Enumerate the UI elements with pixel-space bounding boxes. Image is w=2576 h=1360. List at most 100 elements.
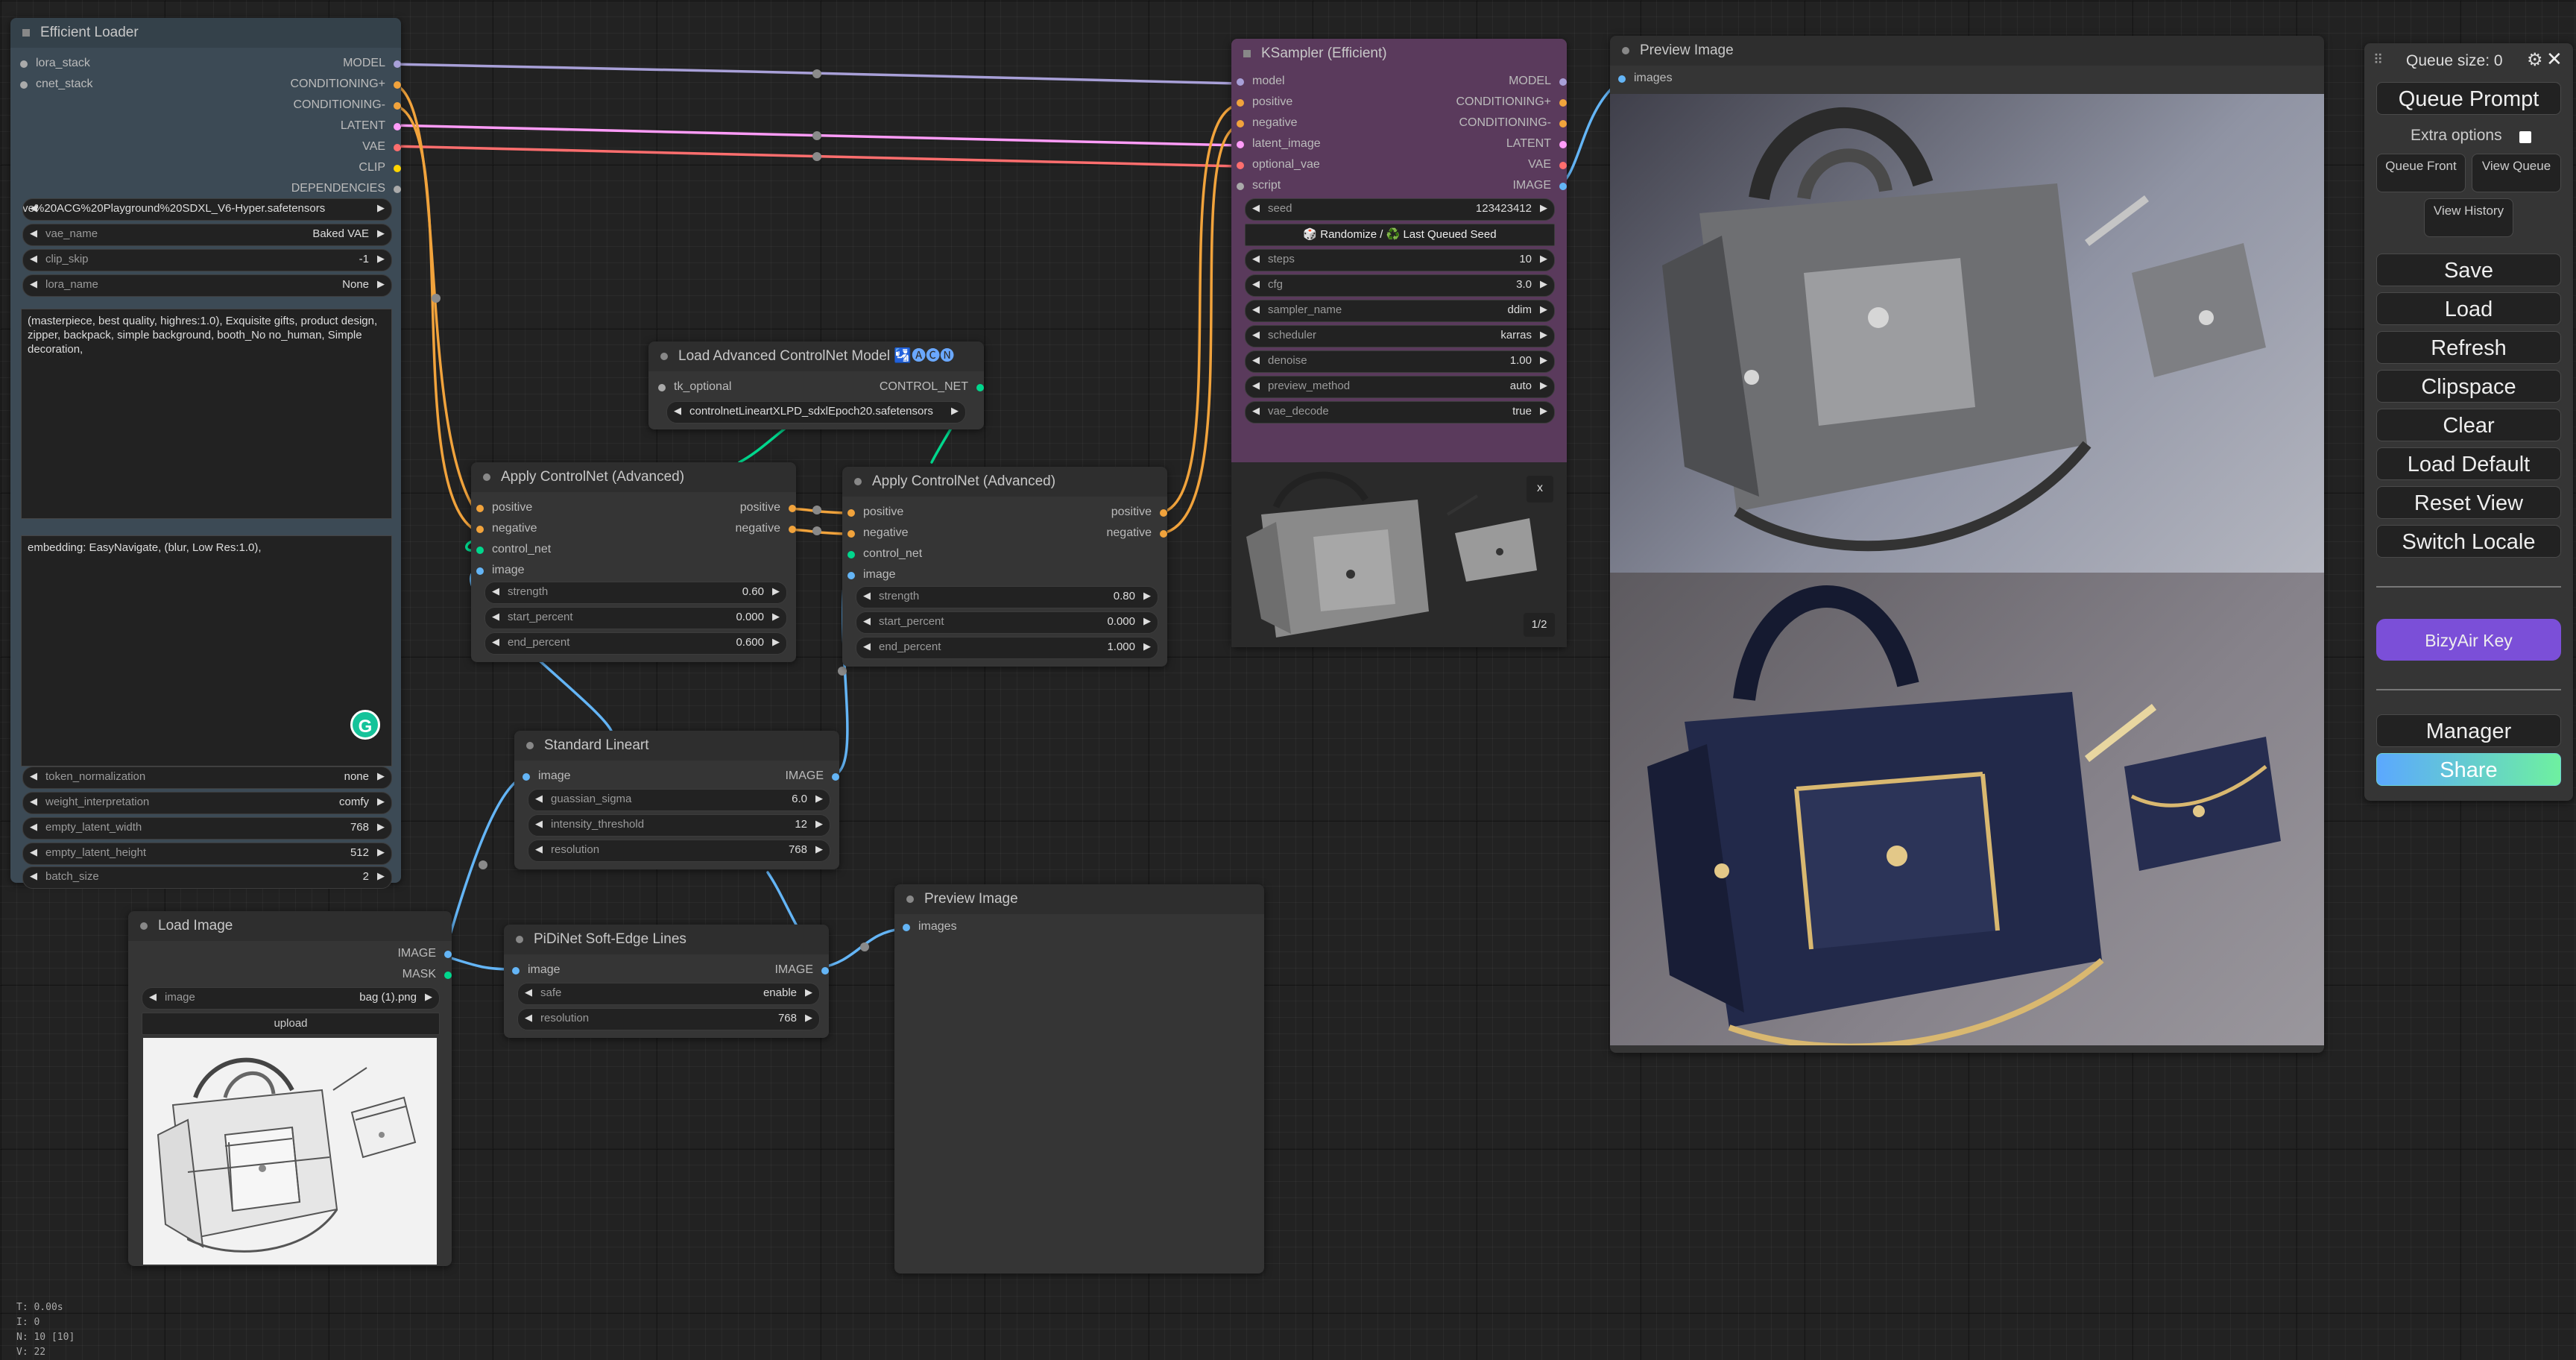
increment-arrow-icon[interactable]: ▶: [1540, 380, 1547, 391]
standard-lineart-node[interactable]: Standard Lineart image IMAGE ◀ guassian_s…: [514, 731, 839, 869]
save-button[interactable]: Save: [2376, 254, 2561, 286]
seed-widget[interactable]: ◀ seed 123423412 ▶: [1245, 198, 1555, 221]
preview-image-node-2[interactable]: Preview Image images: [894, 884, 1264, 1274]
input-negative[interactable]: negative: [1234, 116, 1298, 130]
cfg-widget[interactable]: ◀ cfg 3.0 ▶: [1245, 274, 1555, 297]
safe-widget[interactable]: ◀ safe enable ▶: [517, 983, 820, 1005]
upload-button[interactable]: upload: [142, 1013, 440, 1035]
decrement-arrow-icon[interactable]: ◀: [149, 991, 157, 1003]
increment-arrow-icon[interactable]: ▶: [377, 278, 385, 290]
scheduler-widget[interactable]: ◀ scheduler karras ▶: [1245, 325, 1555, 347]
share-button[interactable]: Share: [2376, 753, 2561, 786]
end-percent-widget[interactable]: ◀ end_percent 1.000 ▶: [856, 637, 1158, 659]
preview-image-2-title[interactable]: Preview Image: [894, 884, 1264, 914]
denoise-widget[interactable]: ◀ denoise 1.00 ▶: [1245, 350, 1555, 373]
clipspace-button[interactable]: Clipspace: [2376, 370, 2561, 403]
output-image[interactable]: IMAGE: [785, 769, 842, 783]
settings-gear-icon[interactable]: ⚙: [2527, 49, 2543, 71]
controlnet-loader-title[interactable]: Load Advanced ControlNet Model 🛂🅐🅒🅝: [648, 341, 984, 371]
load-image-title[interactable]: Load Image: [128, 911, 452, 941]
randomize-seed-button[interactable]: 🎲 Randomize / ♻️ Last Queued Seed: [1245, 224, 1555, 246]
input-image[interactable]: image: [520, 769, 571, 783]
increment-arrow-icon[interactable]: ▶: [1540, 405, 1547, 417]
input-model[interactable]: model: [1234, 75, 1285, 88]
output-mask[interactable]: MASK: [402, 968, 454, 981]
increment-arrow-icon[interactable]: ▶: [815, 818, 823, 830]
vae-decode-widget[interactable]: ◀ vae_decode true ▶: [1245, 401, 1555, 424]
refresh-button[interactable]: Refresh: [2376, 331, 2561, 364]
decrement-arrow-icon[interactable]: ◀: [492, 636, 499, 648]
increment-arrow-icon[interactable]: ▶: [1540, 354, 1547, 366]
increment-arrow-icon[interactable]: ▶: [1540, 253, 1547, 265]
increment-arrow-icon[interactable]: ▶: [1540, 303, 1547, 315]
decrement-arrow-icon[interactable]: ◀: [30, 770, 37, 782]
output-conditioning-neg[interactable]: CONDITIONING-: [1459, 116, 1569, 130]
queue-prompt-button[interactable]: Queue Prompt: [2376, 82, 2561, 115]
output-image[interactable]: IMAGE: [774, 963, 831, 977]
empty-latent-width-widget[interactable]: ◀ empty_latent_width 768 ▶: [22, 817, 392, 840]
increment-arrow-icon[interactable]: ▶: [805, 986, 812, 998]
start-percent-widget[interactable]: ◀ start_percent 0.000 ▶: [484, 607, 787, 629]
decrement-arrow-icon[interactable]: ◀: [30, 278, 37, 290]
positive-prompt-textarea[interactable]: (masterpiece, best quality, highres:1.0)…: [21, 309, 392, 519]
output-latent[interactable]: LATENT: [1506, 137, 1569, 151]
input-positive[interactable]: positive: [845, 506, 903, 519]
decrement-arrow-icon[interactable]: ◀: [30, 870, 37, 882]
decrement-arrow-icon[interactable]: ◀: [1252, 278, 1260, 290]
ckpt-name-widget[interactable]: ◀ usive%20ACG%20Playground%20SDXL_V6-Hyp…: [22, 198, 392, 221]
increment-arrow-icon[interactable]: ▶: [425, 991, 432, 1003]
preview-image-1-title[interactable]: Preview Image: [1610, 36, 2324, 66]
decrement-arrow-icon[interactable]: ◀: [1252, 329, 1260, 341]
output-model[interactable]: MODEL: [343, 57, 403, 70]
increment-arrow-icon[interactable]: ▶: [815, 843, 823, 855]
output-vae[interactable]: VAE: [362, 140, 403, 154]
load-image-node[interactable]: Load Image IMAGE MASK ◀ image bag (1).png ▶…: [128, 911, 452, 1266]
increment-arrow-icon[interactable]: ▶: [805, 1012, 812, 1024]
decrement-arrow-icon[interactable]: ◀: [30, 846, 37, 858]
increment-arrow-icon[interactable]: ▶: [1540, 202, 1547, 214]
output-clip[interactable]: CLIP: [359, 161, 403, 174]
decrement-arrow-icon[interactable]: ◀: [863, 590, 871, 602]
preview-close-button[interactable]: x: [1527, 476, 1553, 503]
input-image[interactable]: image: [845, 568, 896, 582]
increment-arrow-icon[interactable]: ▶: [772, 585, 780, 597]
increment-arrow-icon[interactable]: ▶: [377, 846, 385, 858]
increment-arrow-icon[interactable]: ▶: [772, 611, 780, 623]
lora-name-widget[interactable]: ◀ lora_name None ▶: [22, 274, 392, 297]
increment-arrow-icon[interactable]: ▶: [377, 770, 385, 782]
steps-widget[interactable]: ◀ steps 10 ▶: [1245, 249, 1555, 271]
negative-prompt-textarea[interactable]: embedding: EasyNavigate, (blur, Low Res:…: [21, 535, 392, 766]
increment-arrow-icon[interactable]: ▶: [377, 202, 385, 214]
strength-widget[interactable]: ◀ strength 0.80 ▶: [856, 586, 1158, 608]
vae-name-widget[interactable]: ◀ vae_name Baked VAE ▶: [22, 224, 392, 246]
ksampler-node[interactable]: KSampler (Efficient) model positive nega…: [1231, 39, 1567, 647]
input-image[interactable]: image: [510, 963, 561, 977]
output-dependencies[interactable]: DEPENDENCIES: [291, 182, 403, 195]
bizyair-key-button[interactable]: BizyAir Key: [2376, 619, 2561, 661]
decrement-arrow-icon[interactable]: ◀: [535, 818, 543, 830]
input-script[interactable]: script: [1234, 179, 1281, 192]
ksampler-preview[interactable]: x 1/2: [1231, 462, 1567, 647]
reset-view-button[interactable]: Reset View: [2376, 486, 2561, 519]
resolution-widget[interactable]: ◀ resolution 768 ▶: [528, 840, 830, 862]
queue-front-button[interactable]: Queue Front: [2376, 154, 2466, 192]
controlnet-loader-node[interactable]: Load Advanced ControlNet Model 🛂🅐🅒🅝 tk_o…: [648, 341, 984, 429]
standard-lineart-title[interactable]: Standard Lineart: [514, 731, 839, 761]
increment-arrow-icon[interactable]: ▶: [815, 793, 823, 805]
input-cnet-stack[interactable]: cnet_stack: [18, 78, 92, 91]
output-image[interactable]: IMAGE: [1512, 179, 1569, 192]
decrement-arrow-icon[interactable]: ◀: [525, 1012, 532, 1024]
guassian-sigma-widget[interactable]: ◀ guassian_sigma 6.0 ▶: [528, 789, 830, 811]
image-select-widget[interactable]: ◀ image bag (1).png ▶: [142, 987, 440, 1010]
increment-arrow-icon[interactable]: ▶: [377, 821, 385, 833]
empty-latent-height-widget[interactable]: ◀ empty_latent_height 512 ▶: [22, 843, 392, 865]
decrement-arrow-icon[interactable]: ◀: [1252, 405, 1260, 417]
increment-arrow-icon[interactable]: ▶: [1143, 615, 1151, 627]
input-images[interactable]: images: [1616, 72, 1673, 85]
view-history-button[interactable]: View History: [2424, 198, 2513, 237]
output-conditioning-pos[interactable]: CONDITIONING+: [290, 78, 403, 91]
apply-controlnet-node-2[interactable]: Apply ControlNet (Advanced) positive neg…: [842, 467, 1167, 667]
decrement-arrow-icon[interactable]: ◀: [535, 793, 543, 805]
apply-controlnet-node-1[interactable]: Apply ControlNet (Advanced) positive neg…: [471, 462, 796, 662]
decrement-arrow-icon[interactable]: ◀: [674, 405, 681, 417]
